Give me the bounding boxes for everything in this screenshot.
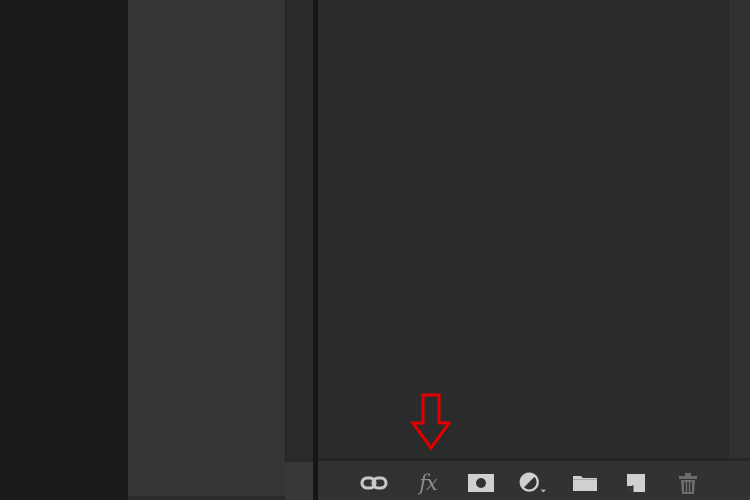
panel-gutter — [285, 0, 313, 462]
app-window: fx — [0, 0, 750, 500]
layers-footer-toolbar: fx — [318, 458, 750, 500]
fx-icon: fx — [419, 470, 438, 495]
layers-panel[interactable] — [318, 0, 728, 458]
annotation-down-arrow-icon — [410, 393, 452, 451]
new-layer-button[interactable] — [621, 471, 651, 495]
panel-gutter-bottom — [285, 462, 315, 500]
layer-style-button[interactable]: fx — [413, 471, 443, 495]
adjustment-icon — [519, 472, 547, 493]
layers-scrollbar[interactable] — [728, 0, 750, 458]
new-group-button[interactable] — [570, 471, 600, 495]
folder-icon — [573, 476, 597, 491]
trash-icon — [679, 473, 697, 494]
link-icon — [360, 476, 388, 490]
adjustment-layer-button[interactable] — [518, 471, 548, 495]
canvas-area — [0, 0, 128, 500]
side-panel-edge — [128, 496, 285, 500]
delete-layer-button[interactable] — [673, 471, 703, 495]
mask-icon — [468, 474, 494, 492]
new-layer-icon — [627, 474, 645, 492]
link-layers-button[interactable] — [359, 471, 389, 495]
add-mask-button[interactable] — [466, 471, 496, 495]
side-panel — [128, 0, 285, 500]
